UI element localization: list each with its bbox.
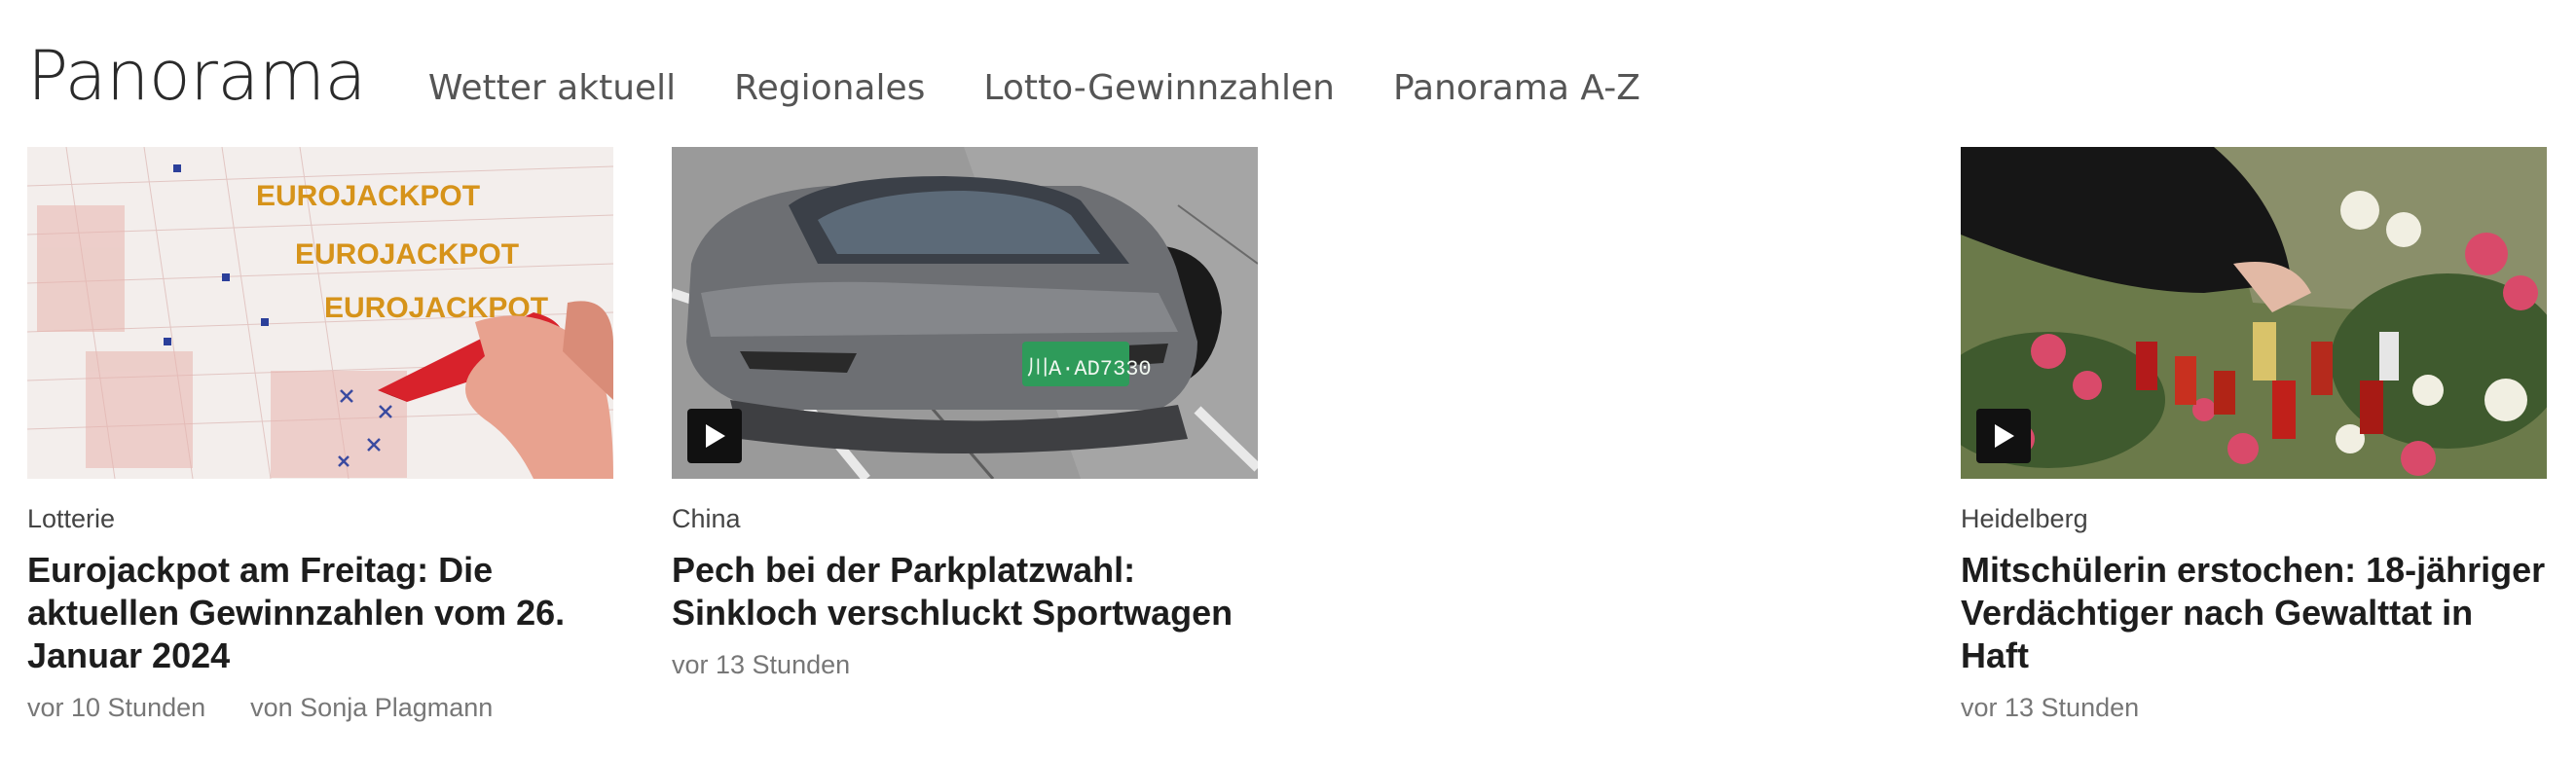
teaser-card-heidelberg[interactable]: Heidelberg Mitschülerin erstochen: 18-jä…	[1961, 147, 2547, 724]
teaser-timestamp: vor 13 Stunden	[1961, 693, 2140, 722]
section-nav: Panorama Wetter aktuell Regionales Lotto…	[27, 37, 1699, 115]
teaser-card-lotterie[interactable]: EUROJACKPOT EUROJACKPOT EUROJACKPOT Lott…	[27, 147, 613, 724]
lottery-ticket-image: EUROJACKPOT EUROJACKPOT EUROJACKPOT	[27, 147, 613, 479]
teaser-image-memorial[interactable]	[1961, 147, 2547, 479]
play-icon	[1995, 424, 2014, 448]
license-plate-text: 川A·AD7330	[1027, 357, 1152, 381]
teaser-meta: vor 13 Stunden	[1961, 691, 2547, 724]
sinkhole-car-image: 川A·AD7330	[672, 147, 1258, 479]
teaser-timestamp: vor 13 Stunden	[672, 650, 851, 679]
teaser-image-sinkhole-car[interactable]: 川A·AD7330	[672, 147, 1258, 479]
teaser-kicker: Heidelberg	[1961, 504, 2088, 533]
teaser-card-china[interactable]: 川A·AD7330 China Pech bei der Parkplatzwa…	[672, 147, 1258, 681]
teaser-image-lottery[interactable]: EUROJACKPOT EUROJACKPOT EUROJACKPOT	[27, 147, 613, 479]
teaser-timestamp: vor 10 Stunden	[27, 693, 206, 722]
teaser-headline[interactable]: Mitschülerin erstochen: 18-jähriger Verd…	[1961, 549, 2547, 677]
teaser-kicker: China	[672, 504, 741, 533]
teaser-headline[interactable]: Pech bei der Parkplatzwahl: Sinkloch ver…	[672, 549, 1258, 634]
teaser-meta: vor 13 Stunden	[672, 648, 1258, 681]
play-icon	[706, 424, 725, 448]
video-play-button[interactable]	[687, 409, 742, 463]
teaser-meta: vor 10 Stunden von Sonja Plagmann	[27, 691, 613, 724]
memorial-flowers-image	[1961, 147, 2547, 479]
nav-item-panorama-a-z[interactable]: Panorama A-Z	[1393, 50, 1640, 127]
teaser-headline[interactable]: Eurojackpot am Freitag: Die aktuellen Ge…	[27, 549, 613, 677]
section-title[interactable]: Panorama	[27, 37, 366, 115]
teaser-author: von Sonja Plagmann	[250, 693, 494, 722]
nav-item-lotto-gewinnzahlen[interactable]: Lotto-Gewinnzahlen	[983, 50, 1335, 127]
teaser-kicker: Lotterie	[27, 504, 116, 533]
nav-item-regionales[interactable]: Regionales	[734, 50, 925, 127]
image-text-eurojackpot-2: EUROJACKPOT	[295, 238, 519, 271]
nav-item-wetter-aktuell[interactable]: Wetter aktuell	[428, 50, 676, 127]
video-play-button[interactable]	[1976, 409, 2031, 463]
image-text-eurojackpot-1: EUROJACKPOT	[256, 180, 480, 212]
